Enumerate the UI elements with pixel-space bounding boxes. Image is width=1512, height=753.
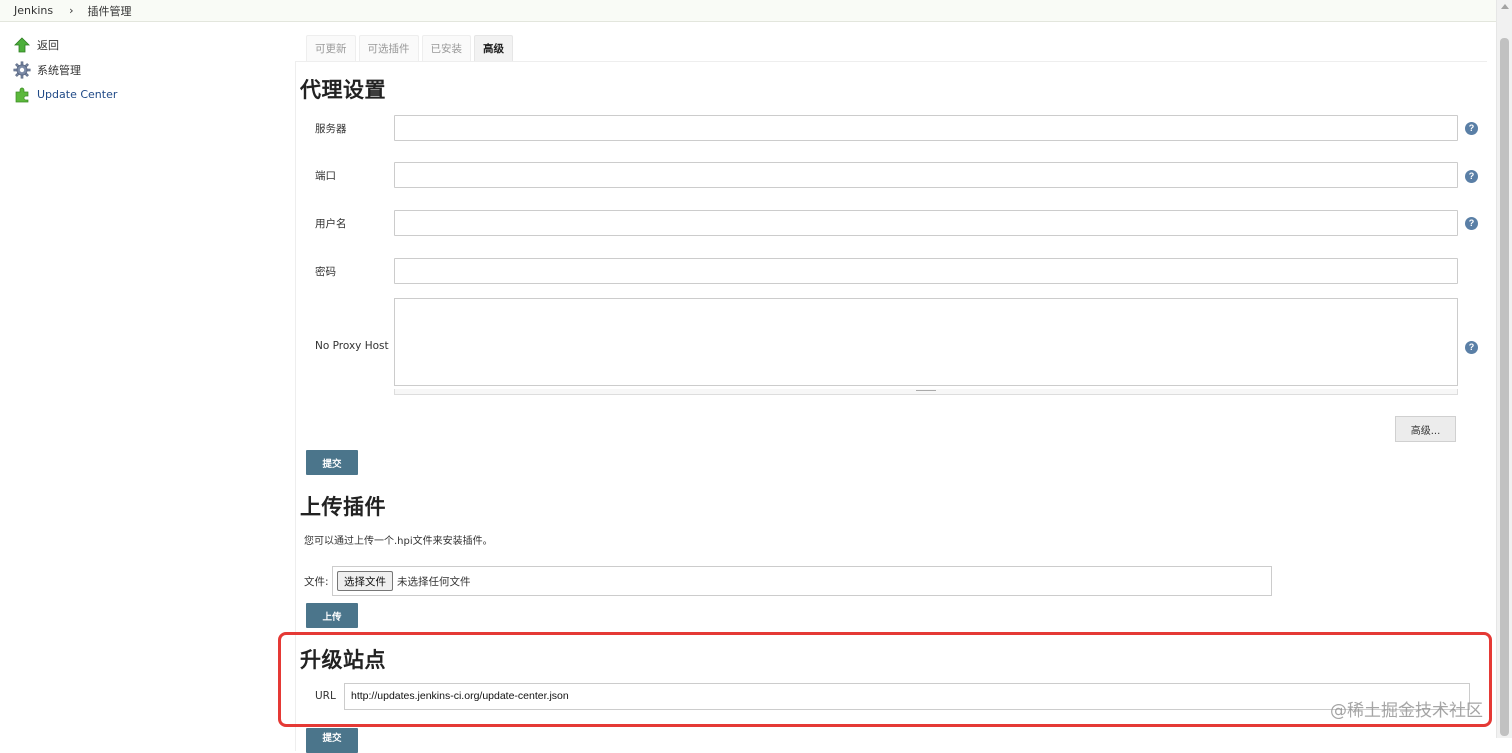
sidebar-item-update-center[interactable]: Update Center (12, 82, 272, 107)
plugin-tabs: 可更新 可选插件 已安装 高级 (306, 35, 516, 61)
sidebar-item-label: Update Center (37, 88, 118, 101)
tab-advanced[interactable]: 高级 (474, 35, 513, 61)
choose-file-button[interactable]: 选择文件 (337, 571, 393, 591)
server-label: 服务器 (315, 123, 347, 135)
tab-updates[interactable]: 可更新 (306, 35, 356, 61)
password-label: 密码 (315, 266, 336, 278)
sidebar-item-manage[interactable]: 系统管理 (12, 57, 272, 82)
tab-available[interactable]: 可选插件 (358, 35, 419, 61)
highlight-annotation (278, 632, 1492, 727)
sidebar: 返回 系统管理 Update Center (12, 32, 272, 107)
port-input[interactable] (394, 162, 1458, 188)
password-input[interactable] (394, 258, 1458, 284)
proxy-submit-button[interactable]: 提交 (306, 450, 358, 475)
watermark: @稀土掘金技术社区 (1330, 701, 1483, 721)
port-help-icon[interactable]: ? (1465, 170, 1478, 183)
no-proxy-host-textarea[interactable] (394, 298, 1458, 386)
breadcrumb: Jenkins › 插件管理 (0, 0, 1496, 22)
up-arrow-icon (12, 35, 32, 55)
breadcrumb-current[interactable]: 插件管理 (88, 3, 132, 19)
scroll-up-arrow-icon[interactable] (1501, 4, 1509, 9)
puzzle-icon (12, 85, 32, 105)
file-input[interactable]: 选择文件 未选择任何文件 (332, 566, 1272, 596)
tab-installed[interactable]: 已安装 (421, 35, 471, 61)
server-help-icon[interactable]: ? (1465, 122, 1478, 135)
scroll-thumb[interactable] (1500, 38, 1509, 736)
username-help-icon[interactable]: ? (1465, 217, 1478, 230)
page-scrollbar[interactable] (1496, 0, 1512, 738)
breadcrumb-root[interactable]: Jenkins (14, 4, 53, 17)
textarea-resize-handle[interactable] (394, 389, 1458, 395)
upload-section-title: 上传插件 (300, 495, 386, 519)
sidebar-item-label: 返回 (37, 38, 59, 52)
proxy-section-title: 代理设置 (300, 78, 386, 102)
update-site-submit-button[interactable]: 提交 (306, 728, 358, 753)
username-input[interactable] (394, 210, 1458, 236)
breadcrumb-separator: › (69, 4, 74, 17)
upload-button[interactable]: 上传 (306, 603, 358, 628)
sidebar-item-back[interactable]: 返回 (12, 32, 272, 57)
advanced-button[interactable]: 高级... (1395, 416, 1456, 442)
upload-description: 您可以通过上传一个.hpi文件来安装插件。 (304, 536, 493, 547)
no-proxy-host-label: No Proxy Host (315, 340, 389, 352)
sidebar-item-label: 系统管理 (37, 63, 81, 77)
no-file-selected-text: 未选择任何文件 (397, 575, 471, 588)
server-input[interactable] (394, 115, 1458, 141)
port-label: 端口 (315, 170, 336, 182)
username-label: 用户名 (315, 218, 347, 230)
file-label: 文件: (304, 576, 329, 588)
gear-icon (12, 60, 32, 80)
no-proxy-help-icon[interactable]: ? (1465, 341, 1478, 354)
